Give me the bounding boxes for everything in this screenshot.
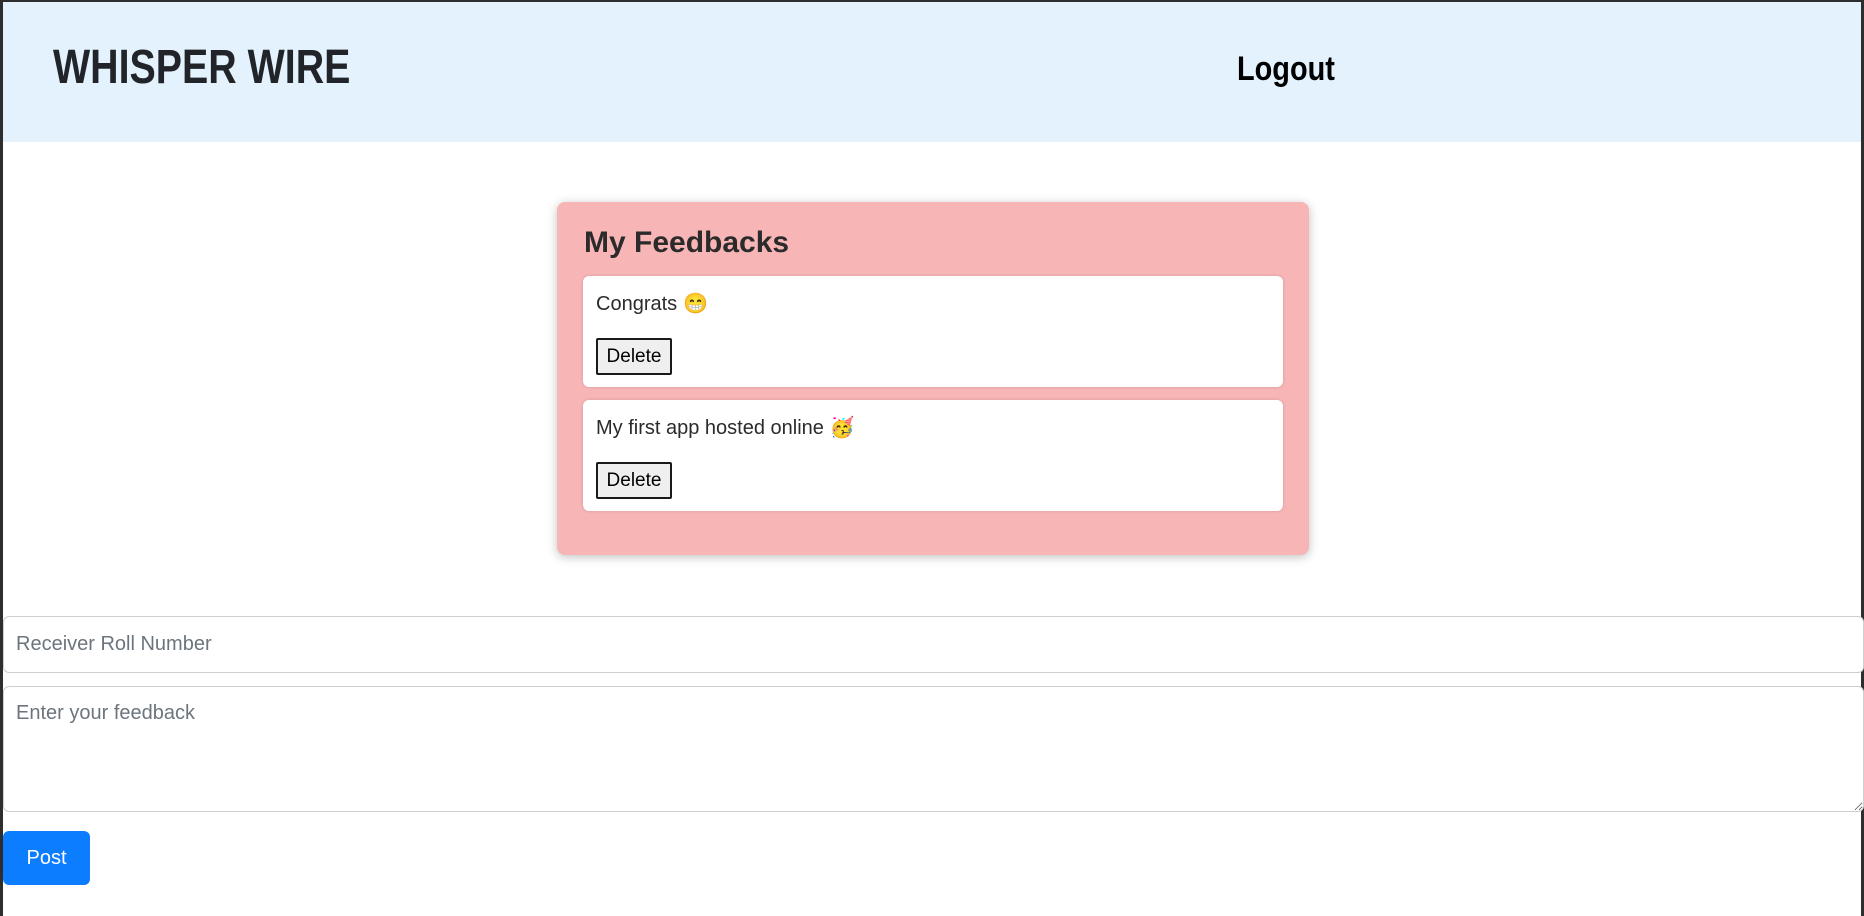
navbar: WHISPER WIRE Logout — [3, 2, 1861, 142]
feedback-text: Congrats 😁 — [596, 291, 708, 316]
card-title: My Feedbacks — [584, 226, 790, 259]
feedback-item: Congrats 😁 Delete — [583, 276, 1283, 387]
feedback-textarea[interactable] — [3, 686, 1864, 812]
delete-button[interactable]: Delete — [596, 462, 672, 499]
party-face-emoji-icon: 🥳 — [829, 417, 855, 439]
my-feedbacks-card: My Feedbacks Congrats 😁 Delete My first a… — [557, 202, 1309, 555]
post-button[interactable]: Post — [3, 831, 90, 885]
grin-emoji-icon: 😁 — [683, 293, 709, 315]
receiver-roll-number-input[interactable] — [3, 616, 1864, 673]
feedback-text: My first app hosted online 🥳 — [596, 415, 855, 440]
feedback-item: My first app hosted online 🥳 Delete — [583, 400, 1283, 511]
logout-link[interactable]: Logout — [1237, 50, 1335, 89]
brand-title[interactable]: WHISPER WIRE — [53, 40, 350, 95]
feedback-message: My first app hosted online — [596, 417, 824, 439]
feedback-message: Congrats — [596, 293, 678, 315]
delete-button[interactable]: Delete — [596, 338, 672, 375]
